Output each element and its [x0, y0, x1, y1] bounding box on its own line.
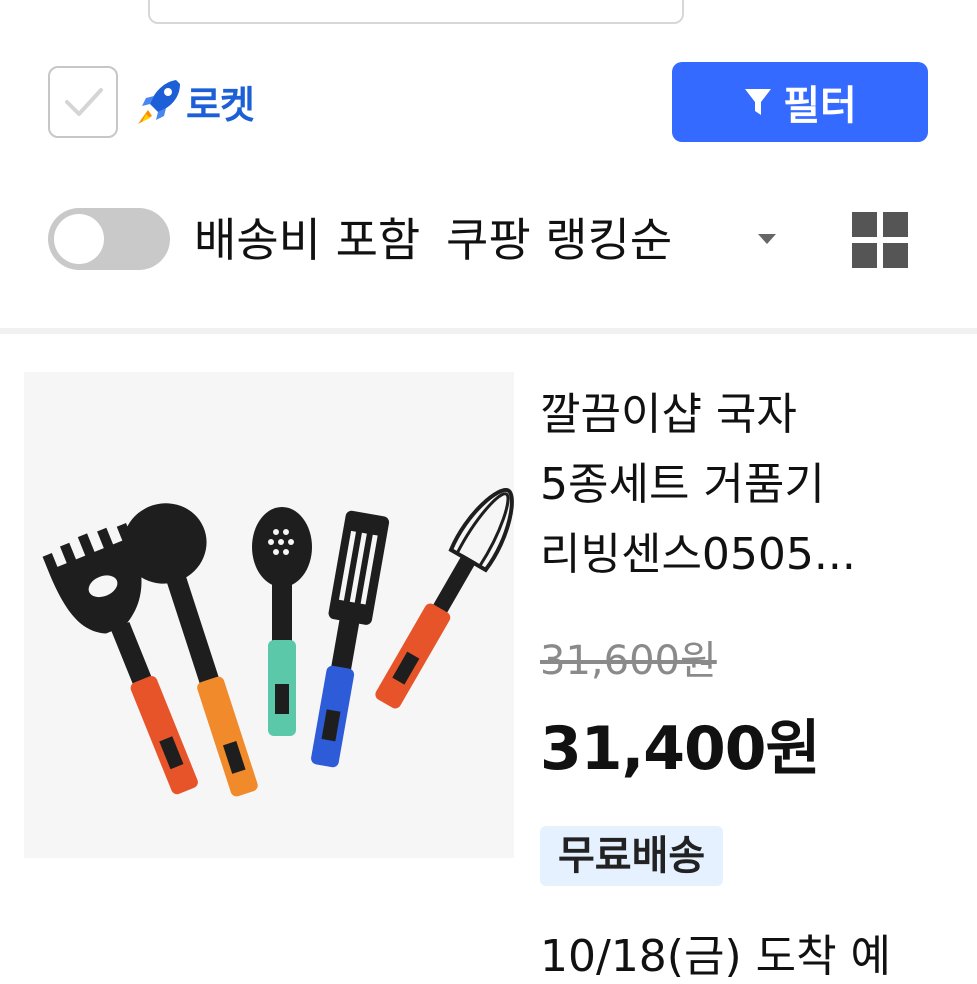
arrival-date: 10/18(금) 도착 예: [540, 931, 892, 982]
section-divider: [0, 328, 977, 334]
original-price: 31,600원: [540, 638, 717, 684]
product-image[interactable]: [24, 372, 514, 858]
funnel-icon: [745, 89, 772, 115]
checkmark-icon: [65, 88, 103, 116]
search-input[interactable]: [148, 0, 684, 24]
product-title[interactable]: 깔끔이샵 국자 5종세트 거품기 리빙센스0505...: [540, 380, 960, 590]
caret-down-icon[interactable]: [756, 232, 778, 246]
kitchen-utensils-image: [42, 488, 514, 797]
shipping-fee-label: 배송비 포함: [194, 213, 421, 267]
sale-price: 31,400원: [540, 714, 821, 784]
shipping-fee-toggle[interactable]: [48, 208, 170, 270]
filter-button-label: 필터: [783, 83, 857, 129]
rocket-label: 로켓: [186, 83, 255, 127]
rocket-checkbox[interactable]: [48, 66, 118, 138]
filter-button[interactable]: 필터: [672, 62, 928, 142]
rocket-icon: [138, 80, 180, 124]
toggle-knob: [54, 214, 104, 264]
grid-view-icon[interactable]: [852, 212, 908, 268]
free-shipping-badge: 무료배송: [540, 826, 724, 886]
sort-dropdown[interactable]: 쿠팡 랭킹순: [446, 204, 672, 270]
